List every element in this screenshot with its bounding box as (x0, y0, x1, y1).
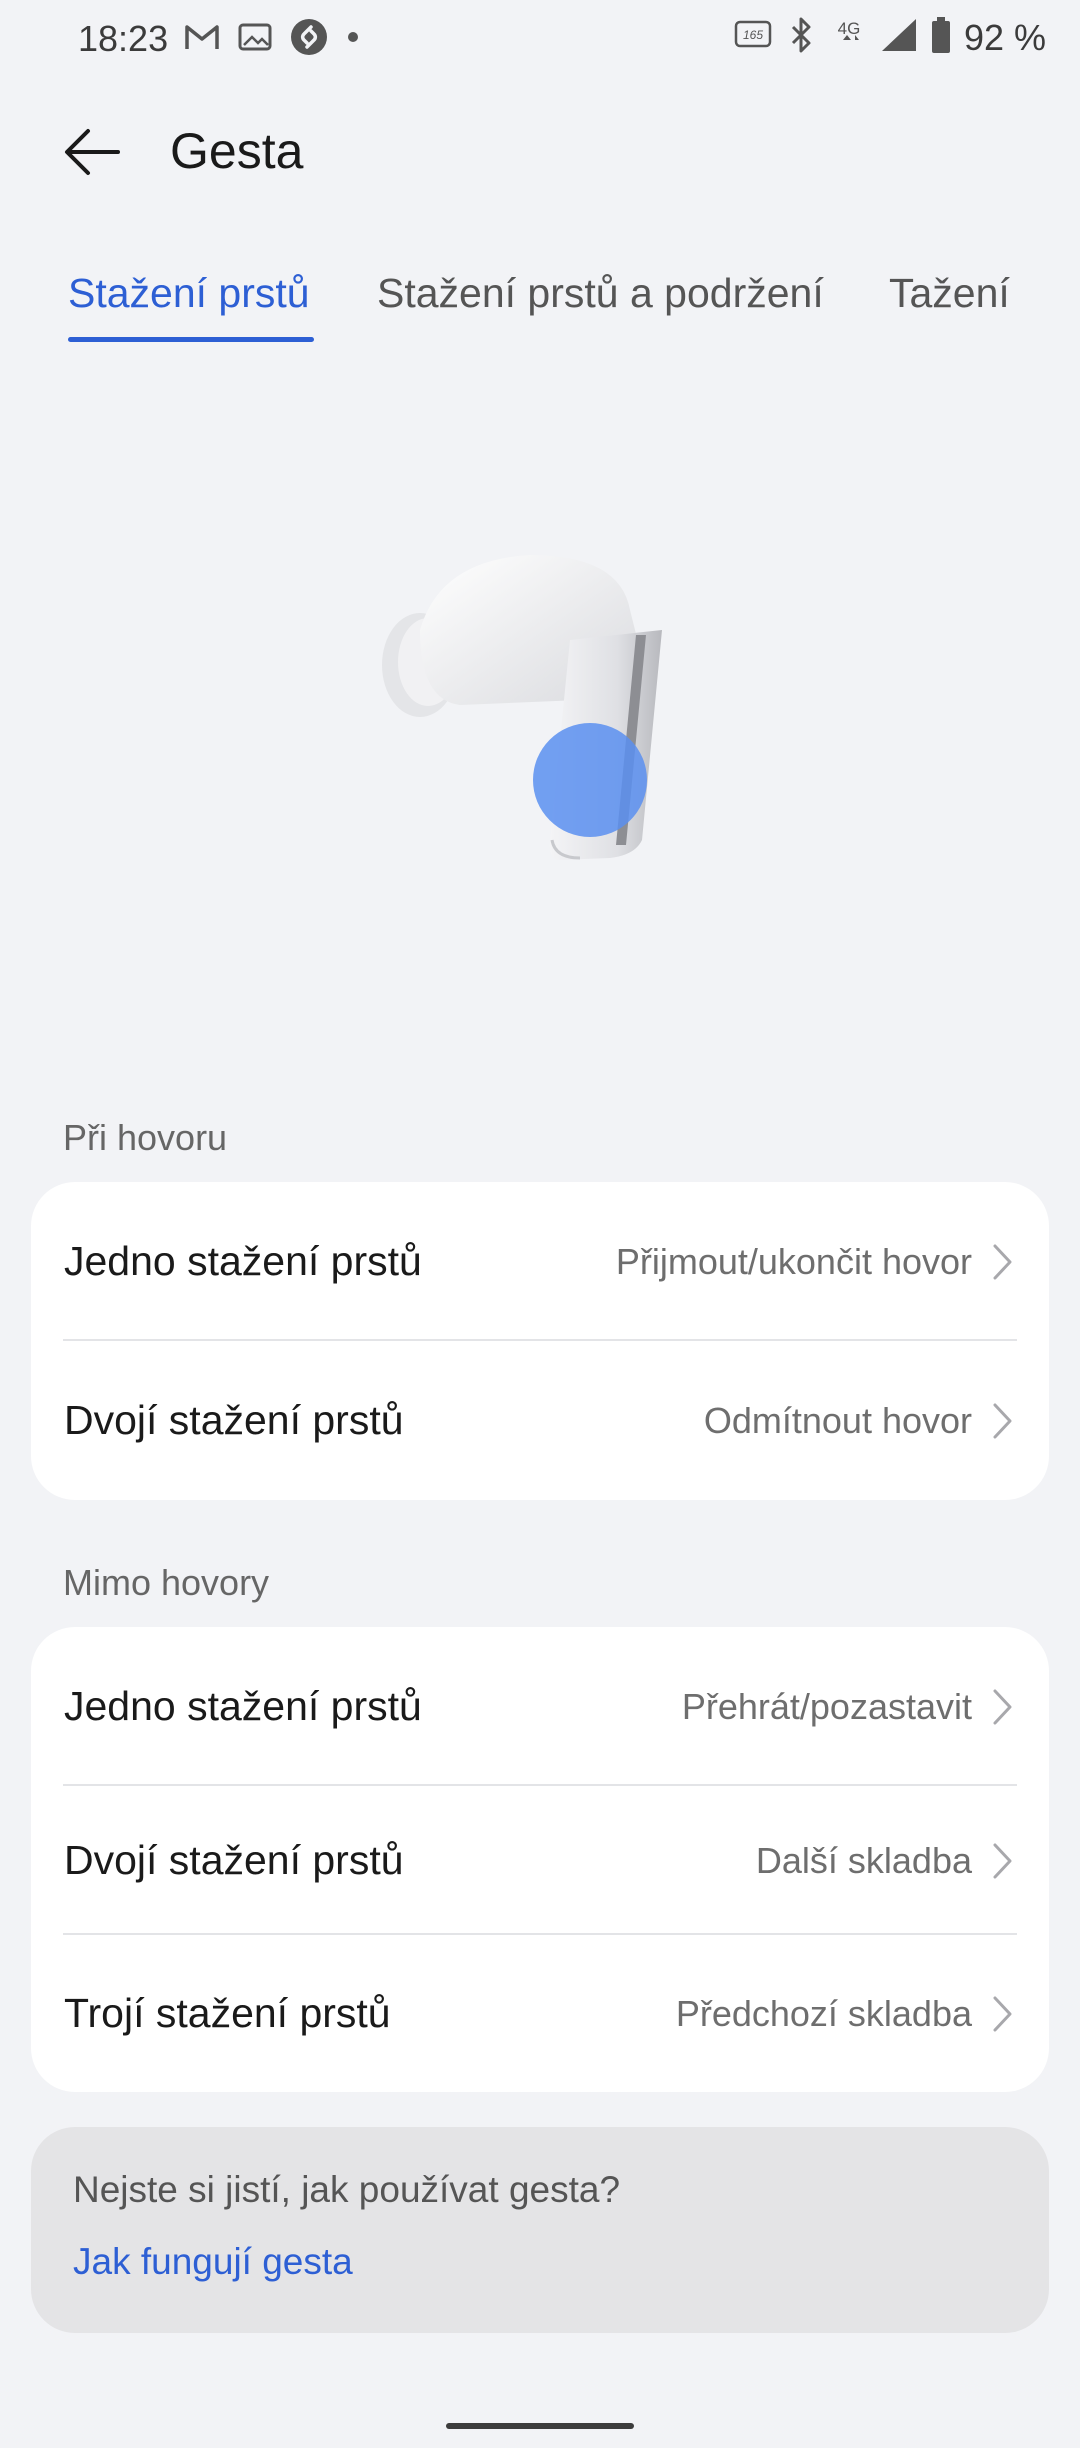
setting-label: Trojí stažení prstů (64, 1990, 391, 2036)
app-bar: Gesta (0, 110, 1080, 200)
setting-label: Jedno stažení prstů (64, 1683, 422, 1729)
section-header-outside-call: Mimo hovory (63, 1562, 270, 1603)
bluetooth-icon (784, 16, 818, 59)
setting-value: Přehrát/pozastavit (681, 1685, 972, 1727)
chevron-right-icon (990, 1401, 1016, 1441)
tab-active-indicator (68, 337, 314, 342)
setting-value: Předchozí skladba (675, 1992, 972, 2034)
setting-row-single-pinch[interactable]: Jedno stažení prstů Přehrát/pozastavit (31, 1627, 1049, 1786)
setting-row-double-pinch[interactable]: Dvojí stažení prstů Další skladba (31, 1786, 1049, 1935)
tab-bar: Stažení prstů Stažení prstů a podržení T… (0, 270, 1080, 350)
earbud-illustration (380, 540, 680, 880)
gmail-icon (184, 23, 220, 56)
setting-label: Dvojí stažení prstů (64, 1837, 404, 1883)
status-bar: 18:23 165 4G 92 % (0, 0, 1080, 80)
setting-row-triple-pinch[interactable]: Trojí stažení prstů Předchozí skladba (31, 1935, 1049, 2092)
signal-icon (880, 17, 918, 58)
setting-value: Další skladba (755, 1839, 972, 1881)
setting-value: Odmítnout hovor (703, 1399, 972, 1441)
refresh-rate-icon: 165 (734, 18, 772, 57)
chevron-right-icon (990, 1242, 1016, 1282)
svg-text:165: 165 (743, 28, 763, 42)
setting-row-double-pinch-call[interactable]: Dvojí stažení prstů Odmítnout hovor (31, 1341, 1049, 1500)
during-call-card: Jedno stažení prstů Přijmout/ukončit hov… (31, 1182, 1049, 1500)
tab-swipe[interactable]: Tažení (889, 270, 1010, 317)
setting-label: Jedno stažení prstů (64, 1238, 422, 1284)
page-title: Gesta (170, 123, 304, 179)
outside-call-card: Jedno stažení prstů Přehrát/pozastavit D… (31, 1627, 1049, 2092)
home-indicator[interactable] (446, 2423, 634, 2429)
chevron-right-icon (990, 1994, 1016, 2034)
svg-text:4G: 4G (838, 19, 861, 38)
network-4g-icon: 4G (830, 16, 868, 59)
help-link[interactable]: Jak fungují gesta (73, 2241, 353, 2283)
gallery-icon (238, 23, 272, 56)
back-button[interactable] (56, 122, 128, 186)
setting-row-single-pinch-call[interactable]: Jedno stažení prstů Přijmout/ukončit hov… (31, 1182, 1049, 1341)
tab-finger-pinch-hold[interactable]: Stažení prstů a podržení (377, 270, 824, 317)
chevron-right-icon (990, 1687, 1016, 1727)
status-left-icons (184, 18, 360, 61)
shazam-icon (290, 18, 328, 61)
section-header-during-call: Při hovoru (63, 1117, 228, 1158)
status-time: 18:23 (78, 18, 169, 59)
notification-dot-icon (346, 30, 360, 49)
tab-finger-pinch[interactable]: Stažení prstů (68, 270, 310, 317)
setting-value: Přijmout/ukončit hovor (615, 1240, 972, 1282)
help-card: Nejste si jistí, jak používat gesta? Jak… (31, 2127, 1049, 2333)
battery-percentage: 92 % (963, 16, 1046, 58)
back-arrow-icon (62, 127, 122, 182)
help-question: Nejste si jistí, jak používat gesta? (73, 2169, 621, 2210)
battery-icon (930, 16, 952, 59)
chevron-right-icon (990, 1841, 1016, 1881)
setting-label: Dvojí stažení prstů (64, 1397, 404, 1443)
status-right-icons: 165 4G 92 % (734, 16, 1046, 59)
